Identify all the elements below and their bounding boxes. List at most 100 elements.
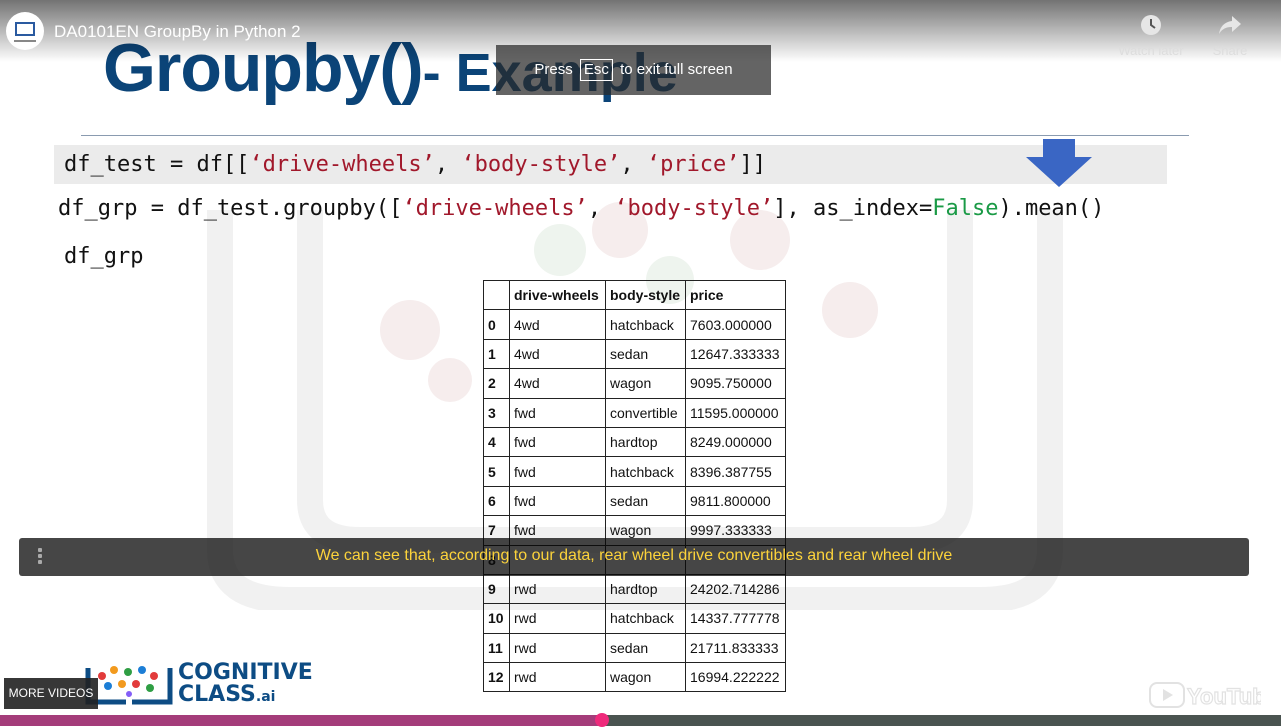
table-cell: fwd [509,426,606,458]
code-string: ‘body-style’ [614,196,774,221]
watch-later-label: Watch later [1118,43,1184,58]
fullscreen-toast: Press Esc to exit full screen [496,45,771,95]
down-arrow-icon [1026,139,1092,187]
code-string: ‘drive-wheels’ [402,196,588,221]
cognitive-class-wordmark: COGNITIVE CLASS.ai [178,662,313,708]
table-cell: 9811.800000 [685,485,786,517]
share-button[interactable]: Share [1205,14,1255,58]
more-videos-button[interactable]: MORE VIDEOS [4,678,98,709]
table-row: 0 4wd hatchback 7603.000000 [483,309,786,340]
esc-key-badge: Esc [579,59,613,81]
code-line-groupby: df_grp = df_test.groupby([‘drive-wheels’… [58,196,1104,222]
code-text: df_grp = df_test.groupby([ [58,196,403,221]
table-row: 6 fwd sedan 9811.800000 [483,485,786,517]
code-text: ]] [739,152,767,177]
video-title[interactable]: DA0101EN GroupBy in Python 2 [54,22,301,42]
table-cell: rwd [509,662,606,693]
table-row: 1 4wd sedan 12647.333333 [483,338,786,370]
table-header-cell: price [685,279,786,311]
table-cell: fwd [509,485,606,517]
table-row: 4 fwd hardtop 8249.000000 [483,426,786,458]
table-cell: hatchback [605,309,686,340]
table-cell: sedan [605,338,686,370]
table-cell: hatchback [605,603,686,634]
title-divider [81,135,1189,136]
code-text: ], as_index= [773,196,933,221]
table-row: 3 fwd convertible 11595.000000 [483,397,786,428]
table-row: 5 fwd hatchback 8396.387755 [483,456,786,487]
table-cell: wagon [605,662,686,693]
table-cell: 9095.750000 [685,368,786,399]
row-index-cell: 0 [483,309,510,340]
row-index-cell: 3 [483,397,510,428]
caption-window[interactable]: We can see that, according to our data, … [19,538,1249,576]
table-cell: sedan [605,632,686,664]
row-index-cell: 9 [483,573,510,605]
table-cell: 21711.833333 [685,632,786,664]
table-cell: 12647.333333 [685,338,786,370]
table-cell: 14337.777778 [685,603,786,634]
code-string: ‘drive-wheels’ [249,152,435,177]
progress-scrubber[interactable] [595,713,609,727]
table-cell: fwd [509,456,606,487]
table-header-cell: drive-wheels [509,279,606,311]
row-index-cell: 2 [483,368,510,399]
caption-text: We can see that, according to our data, … [315,547,953,564]
logo-suffix: .ai [255,689,276,705]
table-cell: 24202.714286 [685,573,786,605]
code-line-df-grp: df_grp [64,244,144,269]
table-cell: rwd [509,573,606,605]
row-index-cell: 10 [483,603,510,634]
watch-later-button[interactable]: Watch later [1115,14,1187,58]
code-string: ‘body-style’ [461,152,621,177]
table-header-row: drive-wheels body-style price [483,279,786,311]
table-cell: 4wd [509,338,606,370]
table-row: 11 rwd sedan 21711.833333 [483,632,786,664]
table-cell: sedan [605,485,686,517]
table-row: 10 rwd hatchback 14337.777778 [483,603,786,634]
table-cell: 4wd [509,368,606,399]
table-header-cell: body-style [605,279,686,311]
row-index-cell: 5 [483,456,510,487]
row-index-cell: 11 [483,632,510,664]
progress-bar-played[interactable] [0,715,602,726]
table-cell: 8249.000000 [685,426,786,458]
row-index-cell: 1 [483,338,510,370]
table-cell: rwd [509,632,606,664]
youtube-logo-icon[interactable]: YouTube [1149,680,1261,710]
row-index-cell: 12 [483,662,510,693]
svg-text:YouTube: YouTube [1187,684,1261,709]
table-cell: rwd [509,603,606,634]
row-index-cell: 6 [483,485,510,517]
share-arrow-icon [1219,16,1241,34]
code-line-df-test: df_test = df[[‘drive-wheels’, ‘body-styl… [54,145,1167,184]
logo-line-2: CLASS [178,682,256,707]
table-header-cell [483,279,510,311]
groupby-result-table: drive-wheels body-style price 0 4wd hatchb… [483,279,786,693]
code-text: df_test = df[[ [64,152,250,177]
table-cell: hardtop [605,573,686,605]
channel-avatar[interactable] [6,12,44,50]
table-cell: 7603.000000 [685,309,786,340]
table-row: 2 4wd wagon 9095.750000 [483,368,786,399]
code-text: , [620,152,647,177]
code-text: , [587,196,615,221]
table-cell: 11595.000000 [685,397,786,428]
table-cell: wagon [605,368,686,399]
share-label: Share [1212,43,1248,58]
table-cell: 8396.387755 [685,456,786,487]
book-icon [15,22,35,36]
toast-suffix: to exit full screen [620,61,733,78]
table-cell: 4wd [509,309,606,340]
toast-prefix: Press [534,61,573,78]
code-string: ‘price’ [646,152,740,177]
code-keyword: False [932,196,999,221]
avatar-caption-line [14,40,36,42]
clock-icon [1141,15,1161,35]
row-index-cell: 4 [483,426,510,458]
table-cell: hardtop [605,426,686,458]
table-cell: hatchback [605,456,686,487]
table-cell: 16994.222222 [685,662,786,693]
code-text: , [434,152,462,177]
table-body: 0 4wd hatchback 7603.000000 1 4wd sedan 12647.3… [483,309,786,693]
